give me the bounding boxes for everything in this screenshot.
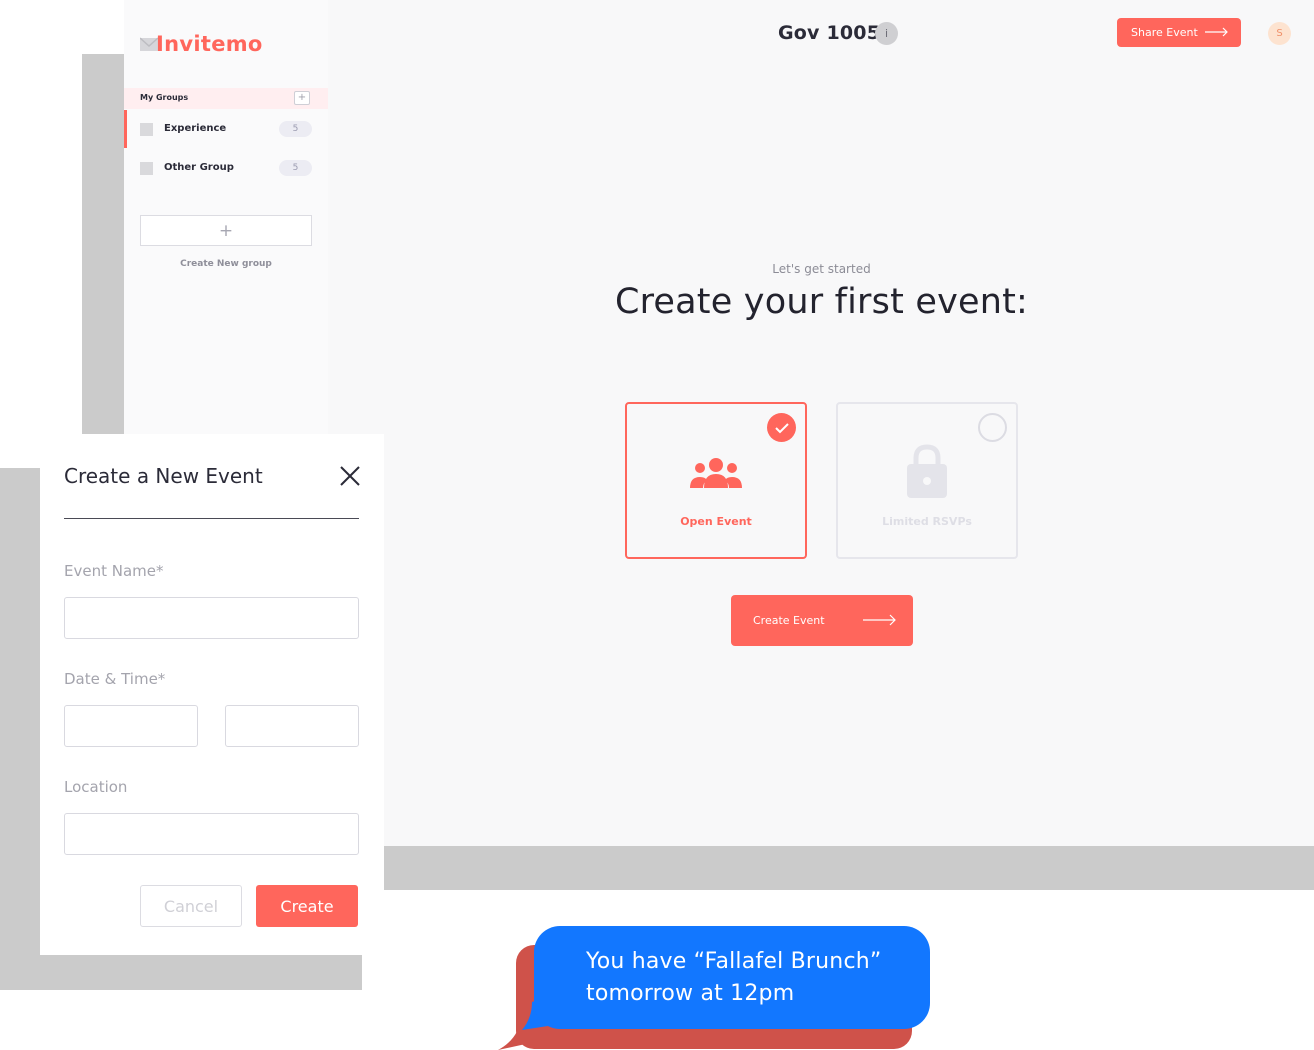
logo[interactable]: Invitemo xyxy=(140,32,263,56)
date-time-label: Date & Time* xyxy=(64,670,166,688)
group-name: Other Group xyxy=(164,162,234,173)
option-label: Limited RSVPs xyxy=(882,515,972,528)
location-label: Location xyxy=(64,778,128,796)
main-bottom-bar xyxy=(384,846,1314,890)
group-count-badge: 5 xyxy=(279,160,312,176)
notification-bubble: You have “Fallafel Brunch” tomorrow at 1… xyxy=(534,926,930,1029)
create-new-group-label[interactable]: Create New group xyxy=(140,259,312,269)
time-input[interactable] xyxy=(225,705,359,747)
option-limited-rsvps[interactable]: Limited RSVPs xyxy=(836,402,1018,559)
share-event-button[interactable]: Share Event xyxy=(1117,18,1241,47)
cancel-button[interactable]: Cancel xyxy=(140,885,242,927)
close-icon[interactable] xyxy=(338,464,362,488)
location-input[interactable] xyxy=(64,813,359,855)
kicker-text: Let's get started xyxy=(772,262,871,276)
lock-icon xyxy=(907,444,947,498)
option-label: Open Event xyxy=(680,515,752,528)
create-button[interactable]: Create xyxy=(256,885,358,927)
group-checkbox[interactable] xyxy=(140,123,153,136)
notification-line-1: You have “Fallafel Brunch” xyxy=(586,949,882,974)
info-icon[interactable]: i xyxy=(875,22,898,45)
modal-title: Create a New Event xyxy=(64,464,263,488)
sidebar-backdrop xyxy=(82,54,124,434)
option-open-event[interactable]: Open Event xyxy=(625,402,807,559)
event-name-label: Event Name* xyxy=(64,562,164,580)
check-icon xyxy=(767,413,796,442)
groups-header: My Groups + xyxy=(124,88,328,109)
create-event-button[interactable]: Create Event xyxy=(731,595,913,646)
arrow-right-icon xyxy=(863,614,896,626)
logo-text: Invitemo xyxy=(156,32,263,56)
groups-title: My Groups xyxy=(140,93,189,102)
event-name-input[interactable] xyxy=(64,597,359,639)
modal-divider xyxy=(64,518,359,519)
avatar[interactable]: S xyxy=(1268,22,1291,45)
group-item-other-group[interactable]: Other Group 5 xyxy=(124,149,328,187)
group-checkbox[interactable] xyxy=(140,162,153,175)
create-event-modal: Create a New Event Event Name* Date & Ti… xyxy=(40,434,384,955)
share-event-label: Share Event xyxy=(1131,26,1198,39)
group-icon xyxy=(690,458,742,488)
add-group-button[interactable]: + xyxy=(294,91,310,105)
group-item-experience[interactable]: Experience 5 xyxy=(124,110,328,148)
notification-line-2: tomorrow at 12pm xyxy=(586,981,795,1006)
group-count-badge: 5 xyxy=(279,121,312,137)
date-input[interactable] xyxy=(64,705,198,747)
create-event-label: Create Event xyxy=(753,614,825,627)
event-title: Gov 1005 xyxy=(778,22,881,44)
create-new-group-button[interactable]: + xyxy=(140,215,312,246)
arrow-right-icon xyxy=(1205,27,1228,37)
radio-icon xyxy=(978,413,1007,442)
main-panel xyxy=(328,0,1314,846)
group-name: Experience xyxy=(164,123,227,134)
page-title: Create your first event: xyxy=(614,282,1029,322)
